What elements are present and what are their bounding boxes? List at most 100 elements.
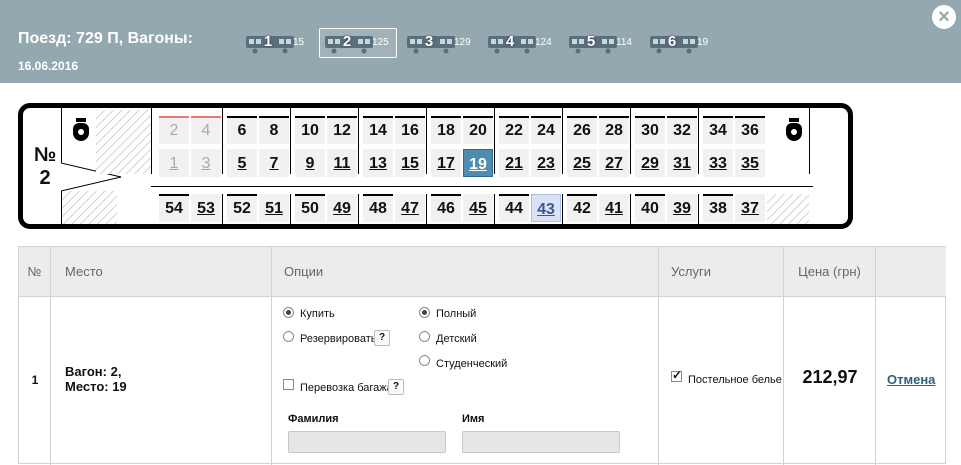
seat-13[interactable]: 13 (363, 149, 393, 177)
seat-number: 25 (573, 155, 591, 172)
seat-6[interactable]: 6 (227, 116, 257, 144)
seat-number: 17 (437, 155, 455, 172)
seat-10[interactable]: 10 (295, 116, 325, 144)
seat-49[interactable]: 49 (327, 194, 357, 222)
bedding-label: Постельное белье (688, 374, 782, 386)
seat-12[interactable]: 12 (327, 116, 357, 144)
seat-45[interactable]: 45 (463, 194, 493, 222)
seat-50[interactable]: 50 (295, 194, 325, 222)
wagon-free-seats: 15 (293, 37, 305, 48)
seat-number: 41 (605, 200, 623, 217)
seat-54[interactable]: 54 (159, 194, 189, 222)
seat-38[interactable]: 38 (703, 194, 733, 222)
seat-7[interactable]: 7 (259, 149, 289, 177)
seat-31[interactable]: 31 (667, 149, 697, 177)
carriage-scheme: № 2 2 1 4 3 6 5 8 7 10 9 12 11 14 13 16 15 18 17 20 19 22 21 2… (18, 103, 853, 229)
seat-33[interactable]: 33 (703, 149, 733, 177)
seat-number: 2 (169, 122, 179, 139)
seat-number: 18 (437, 122, 455, 139)
seat-48[interactable]: 48 (363, 194, 393, 222)
seat-number: 53 (197, 200, 215, 217)
seat-11[interactable]: 11 (327, 149, 357, 177)
seat-39[interactable]: 39 (667, 194, 697, 222)
bedding-checkbox[interactable] (671, 368, 682, 382)
seat-22[interactable]: 22 (499, 116, 529, 144)
cell-place: Вагон: 2, Место: 19 (51, 296, 272, 465)
seat-15[interactable]: 15 (395, 149, 425, 177)
seat-number: 49 (333, 200, 351, 217)
cell-price: 212,97 (784, 296, 876, 465)
wagon-free-seats: 114 (616, 37, 632, 48)
seat-5[interactable]: 5 (227, 149, 257, 177)
seat-16[interactable]: 16 (395, 116, 425, 144)
place-wagon: Вагон: 2, (65, 364, 122, 379)
seat-18[interactable]: 18 (431, 116, 461, 144)
seat-number: 52 (233, 200, 251, 217)
seat-32[interactable]: 32 (667, 116, 697, 144)
col-num-header: № (19, 247, 51, 296)
wagon-tab-3[interactable]: 3 129 (401, 28, 479, 58)
wagon-tab-5[interactable]: 5 114 (563, 28, 641, 58)
seat-23[interactable]: 23 (531, 149, 561, 177)
seat-number: 23 (537, 155, 555, 172)
seat-29[interactable]: 29 (635, 149, 665, 177)
seat-51[interactable]: 51 (259, 194, 289, 222)
seat-9[interactable]: 9 (295, 149, 325, 177)
seat-number: 27 (605, 155, 623, 172)
seat-41[interactable]: 41 (599, 194, 629, 222)
surname-input[interactable] (288, 431, 446, 453)
seat-52[interactable]: 52 (227, 194, 257, 222)
buy-label: Купить (300, 308, 335, 320)
full-fare-radio[interactable] (419, 307, 430, 318)
buy-radio[interactable] (283, 307, 294, 318)
reserve-help-icon[interactable]: ? (374, 330, 390, 346)
student-fare-label: Студенческий (436, 358, 508, 370)
seat-37[interactable]: 37 (735, 194, 765, 222)
seat-35[interactable]: 35 (735, 149, 765, 177)
seat-27[interactable]: 27 (599, 149, 629, 177)
seat-46[interactable]: 46 (431, 194, 461, 222)
close-icon[interactable]: × (932, 5, 956, 29)
student-fare-radio[interactable] (419, 355, 430, 366)
seat-17[interactable]: 17 (431, 149, 461, 177)
name-label: Имя (462, 413, 485, 425)
reserve-label: Резервировать (300, 333, 377, 345)
seat-number: 35 (741, 155, 759, 172)
seat-4: 4 (191, 116, 221, 144)
cell-services: Постельное белье (659, 296, 784, 465)
seat-40[interactable]: 40 (635, 194, 665, 222)
seat-36[interactable]: 36 (735, 116, 765, 144)
wagon-tab-1[interactable]: 1 15 (240, 28, 318, 58)
child-fare-radio[interactable] (419, 331, 430, 342)
wagon-tab-6[interactable]: 6 19 (644, 28, 722, 58)
seat-24[interactable]: 24 (531, 116, 561, 144)
seat-53[interactable]: 53 (191, 194, 221, 222)
reserve-radio[interactable] (283, 331, 294, 342)
baggage-checkbox[interactable] (283, 379, 294, 390)
seat-34[interactable]: 34 (703, 116, 733, 144)
seat-28[interactable]: 28 (599, 116, 629, 144)
seat-19[interactable]: 19 (463, 149, 493, 177)
seat-43[interactable]: 43 (531, 194, 561, 222)
service-area (62, 191, 117, 224)
seat-47[interactable]: 47 (395, 194, 425, 222)
col-action-header (876, 247, 946, 296)
seat-8[interactable]: 8 (259, 116, 289, 144)
seat-number: 26 (573, 122, 591, 139)
seat-42[interactable]: 42 (567, 194, 597, 222)
baggage-help-icon[interactable]: ? (388, 379, 404, 395)
wagon-tab-2[interactable]: 2 125 (319, 28, 397, 58)
seat-44[interactable]: 44 (499, 194, 529, 222)
name-input[interactable] (462, 431, 620, 453)
seat-number: 42 (573, 200, 591, 217)
cancel-link[interactable]: Отмена (887, 372, 935, 387)
seat-20[interactable]: 20 (463, 116, 493, 144)
seat-25[interactable]: 25 (567, 149, 597, 177)
seat-21[interactable]: 21 (499, 149, 529, 177)
seat-number: 43 (537, 201, 555, 218)
seat-26[interactable]: 26 (567, 116, 597, 144)
seat-14[interactable]: 14 (363, 116, 393, 144)
wagon-tab-4[interactable]: 4 124 (482, 28, 560, 58)
seat-30[interactable]: 30 (635, 116, 665, 144)
row-number: 1 (31, 373, 39, 387)
